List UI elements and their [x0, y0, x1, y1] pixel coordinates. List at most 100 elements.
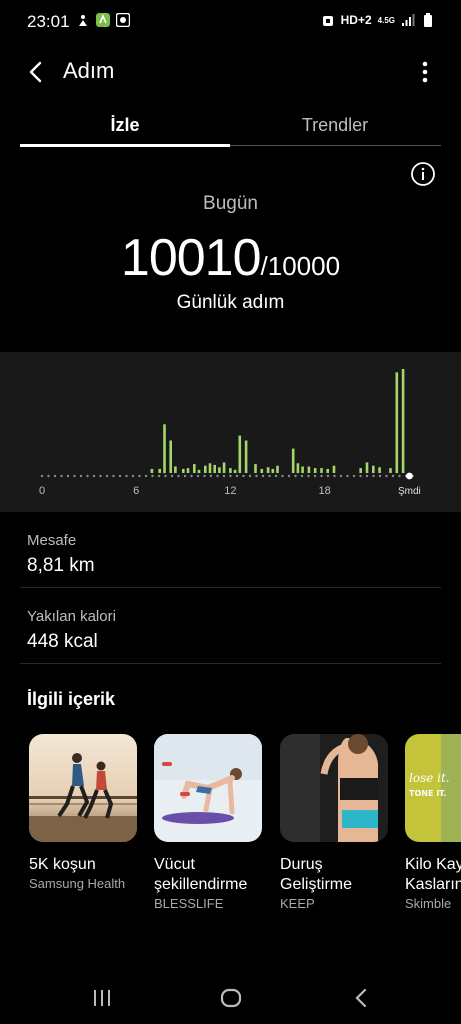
card-title-line2: Kasların — [405, 876, 461, 893]
card-title-line2: Geliştirme — [280, 876, 353, 893]
baseline-dot — [378, 474, 382, 478]
chart-bar — [218, 467, 221, 473]
baseline-dot — [313, 474, 317, 478]
active-tab-indicator — [20, 144, 230, 147]
baseline-dot — [281, 474, 284, 478]
card-title-line1: Kilo Kay — [405, 856, 461, 873]
related-card-posture[interactable]: Duruş Geliştirme KEEP — [280, 734, 390, 911]
more-options-icon[interactable] — [411, 58, 439, 86]
related-card-weight-loss[interactable]: lose it. TONE IT. Kilo Kay Kasların Skimb… — [405, 734, 461, 911]
tab-izle[interactable]: İzle — [20, 104, 230, 148]
card-image-text-1: lose it. — [409, 771, 450, 785]
chart-bar — [174, 466, 177, 473]
chart-bar — [213, 464, 216, 473]
card-title: Duruş Geliştirme — [280, 855, 390, 895]
status-time: 23:01 — [27, 12, 70, 31]
baseline-dot — [287, 474, 291, 478]
baseline-dot — [157, 474, 161, 478]
chart-bar — [296, 463, 300, 474]
chart-bar — [150, 468, 154, 473]
alarm-icon — [322, 16, 333, 26]
related-content-title: İlgili içerik — [27, 689, 116, 709]
baseline-dot — [359, 474, 362, 478]
baseline-dot — [307, 474, 310, 478]
card-title: Vücut şekillendirme — [154, 855, 264, 895]
baseline-dot — [333, 474, 336, 478]
info-icon[interactable] — [410, 161, 436, 187]
baseline-dot — [151, 474, 154, 478]
tab-divider — [230, 145, 441, 146]
tab-bar: İzle Trendler — [20, 104, 441, 148]
network-label: HD+2 — [340, 13, 372, 27]
steps-goal: /10000 — [260, 251, 341, 281]
card-subtitle: KEEP — [280, 896, 315, 911]
chart-bar — [320, 468, 323, 473]
baseline-dot — [131, 474, 135, 478]
related-card-5k-run[interactable]: 5K koşun Samsung Health — [29, 734, 139, 891]
card-title: 5K koşun — [29, 856, 96, 873]
chart-bar — [332, 465, 336, 473]
chart-bar — [182, 468, 185, 473]
signal-icon — [402, 14, 415, 26]
app-notification-icon — [96, 13, 110, 27]
system-nav-bar — [0, 968, 461, 1024]
baseline-dot — [346, 474, 349, 478]
baseline-dot — [203, 474, 206, 478]
baseline-dot — [86, 474, 89, 478]
recent-apps-icon[interactable] — [90, 986, 114, 1010]
calories-stat: Yakılan kalori 448 kcal — [27, 608, 116, 653]
baseline-dot — [177, 474, 180, 478]
baseline-dot — [66, 474, 70, 478]
baseline-dot — [40, 474, 44, 478]
steps-summary: 10010/10000 — [0, 228, 461, 288]
chart-bar — [301, 466, 304, 473]
related-card-body-shaping[interactable]: Vücut şekillendirme BLESSLIFE — [154, 734, 264, 911]
distance-stat: Mesafe 8,81 km — [27, 532, 95, 577]
chart-bar — [313, 468, 317, 473]
tab-trendler[interactable]: Trendler — [230, 104, 440, 148]
baseline-dot — [112, 474, 115, 478]
baseline-dot — [183, 474, 187, 478]
distance-label: Mesafe — [27, 532, 77, 549]
chart-bar — [163, 424, 166, 474]
baseline-dot — [255, 474, 258, 478]
chart-bar — [260, 468, 264, 473]
divider — [20, 663, 441, 664]
hourly-steps-chart[interactable]: 0 6 12 18 Şmdi — [0, 352, 461, 512]
baseline-dot — [300, 474, 304, 478]
baseline-dot — [118, 474, 122, 478]
baseline-dot — [190, 474, 193, 478]
baseline-dot — [99, 474, 102, 478]
baseline-dot — [326, 474, 330, 478]
baseline-dot — [320, 474, 323, 478]
chart-bar — [238, 435, 242, 473]
baseline-dot — [138, 474, 141, 478]
chart-bar — [271, 468, 275, 473]
baseline-dot — [274, 474, 278, 478]
chart-bar — [208, 463, 212, 474]
chart-bar — [378, 467, 381, 473]
baseline-dot — [229, 474, 232, 478]
x-tick-label: 12 — [224, 485, 236, 497]
card-image-workout — [154, 734, 262, 842]
page-title: Adım — [63, 58, 115, 83]
baseline-dot — [79, 474, 83, 478]
chart-bar — [254, 464, 257, 473]
x-tick-label: Şmdi — [398, 486, 421, 497]
card-title-line1: Vücut — [154, 856, 195, 873]
baseline-dot — [216, 474, 219, 478]
back-arrow-icon[interactable] — [22, 58, 50, 86]
chart-bar — [233, 469, 237, 474]
battery-icon — [424, 13, 432, 27]
chart-bar — [193, 464, 196, 473]
home-icon[interactable] — [219, 986, 243, 1010]
back-nav-icon[interactable] — [350, 986, 374, 1010]
baseline-dot — [164, 474, 167, 478]
card-title: Kilo Kay Kasların — [405, 855, 461, 895]
now-marker — [406, 472, 413, 480]
baseline-dot — [144, 474, 148, 478]
baseline-dot — [170, 474, 174, 478]
baseline-dot — [125, 474, 128, 478]
calories-label: Yakılan kalori — [27, 608, 116, 625]
camera-notification-icon — [116, 13, 130, 27]
